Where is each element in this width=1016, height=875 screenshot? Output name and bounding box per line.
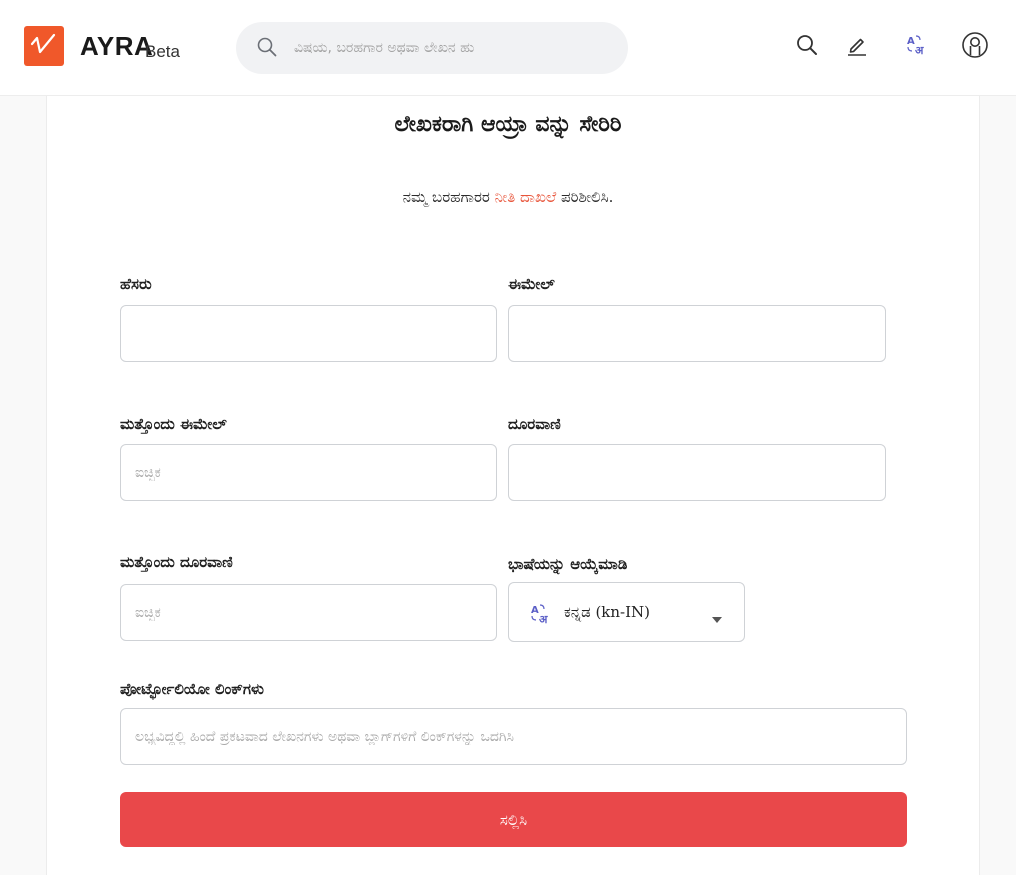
write-button[interactable]	[842, 32, 872, 62]
portfolio-label: ಪೋರ್ಟ್ಫೋಲಿಯೋ ಲಿಂಕ್‌ಗಳು	[120, 680, 264, 698]
account-button[interactable]	[960, 32, 990, 62]
user-account-icon	[961, 31, 989, 63]
email-input[interactable]	[508, 305, 886, 362]
policy-note-suffix: ಪರಿಶೀಲಿಸಿ.	[556, 188, 614, 206]
policy-note-prefix: ನಮ್ಮ ಬರಹಗಾರರ	[402, 188, 495, 206]
email-label: ಈಮೇಲ್	[508, 275, 555, 293]
svg-text:अ: अ	[915, 44, 924, 57]
search-bar[interactable]	[236, 22, 628, 74]
edit-pencil-icon	[845, 33, 869, 61]
language-translate-icon: A अ	[905, 33, 929, 61]
top-header: AYRA Beta A अ	[0, 0, 1016, 96]
name-label: ಹೆಸರು	[120, 275, 152, 293]
page-title: ಲೇಖಕರಾಗಿ ಆಯ್ರಾ ವನ್ನು ಸೇರಿರಿ	[394, 112, 622, 137]
language-button[interactable]: A अ	[902, 32, 932, 62]
phone-label: ದೂರವಾಣಿ	[508, 415, 561, 433]
svg-text:अ: अ	[539, 613, 548, 626]
chevron-down-icon	[711, 609, 723, 628]
language-translate-icon: A अ	[529, 602, 553, 630]
search-icon	[795, 33, 819, 61]
search-icon	[256, 36, 278, 62]
svg-text:A: A	[907, 36, 915, 47]
policy-note: ನಮ್ಮ ಬರಹಗಾರರ ನೀತಿ ದಾಖಲೆ ಪರಿಶೀಲಿಸಿ.	[0, 188, 1016, 206]
beta-badge: Beta	[145, 42, 180, 61]
logo-text[interactable]: AYRA	[80, 31, 153, 62]
submit-button[interactable]: ಸಲ್ಲಿಸಿ	[120, 792, 907, 847]
writer-policy-link[interactable]: ನೀತಿ ದಾಖಲೆ	[495, 188, 557, 206]
ayra-logo-icon[interactable]	[24, 26, 64, 66]
alt-email-label: ಮತ್ತೊಂದು ಈಮೇಲ್	[120, 415, 227, 433]
alt-phone-input[interactable]	[120, 584, 497, 641]
svg-text:A: A	[531, 605, 539, 616]
search-input[interactable]	[294, 36, 614, 60]
language-select[interactable]: A अ ಕನ್ನಡ (kn-IN)	[508, 582, 745, 642]
search-button[interactable]	[792, 32, 822, 62]
language-label: ಭಾಷೆಯನ್ನು ಆಯ್ಕೆಮಾಡಿ	[508, 555, 628, 573]
alt-phone-label: ಮತ್ತೊಂದು ದೂರವಾಣಿ	[120, 553, 233, 571]
portfolio-links-input[interactable]	[120, 708, 907, 765]
alt-email-input[interactable]	[120, 444, 497, 501]
name-input[interactable]	[120, 305, 497, 362]
language-selected-value: ಕನ್ನಡ (kn-IN)	[564, 603, 651, 621]
phone-input[interactable]	[508, 444, 886, 501]
